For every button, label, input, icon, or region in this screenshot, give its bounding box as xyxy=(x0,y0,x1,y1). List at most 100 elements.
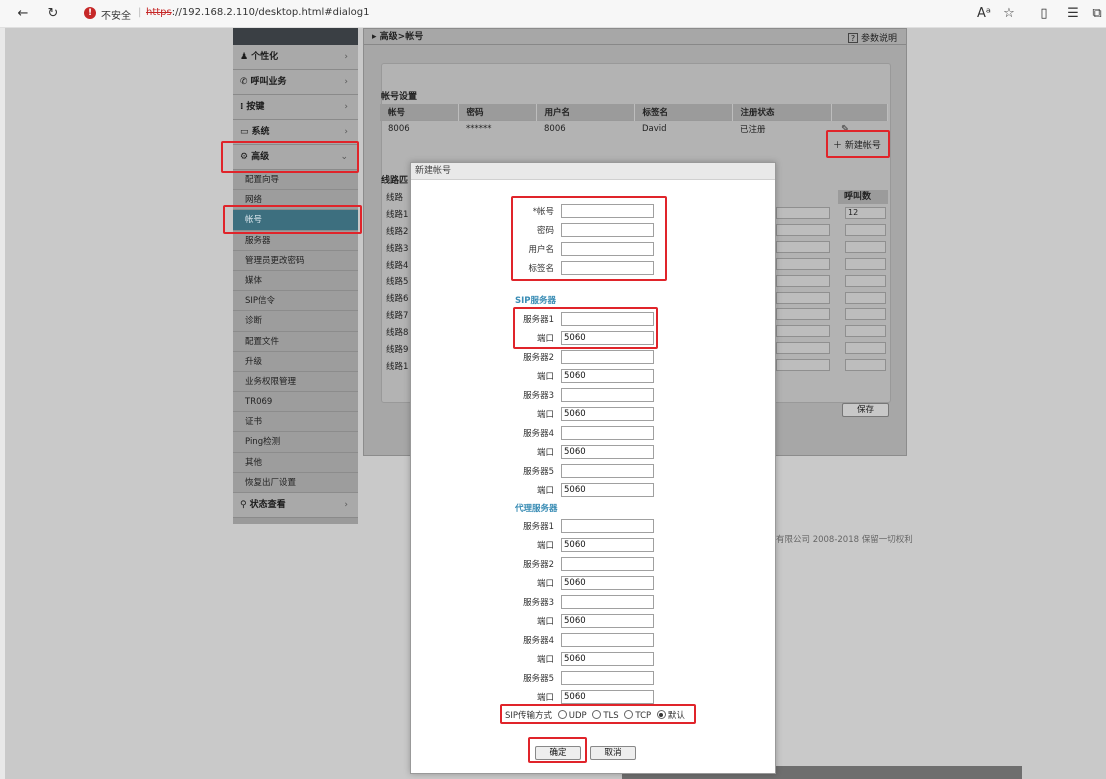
field-input[interactable] xyxy=(561,261,654,275)
cancel-button[interactable]: 取消 xyxy=(590,746,636,760)
sidebar-cat-status[interactable]: ⚲ 状态查看 › xyxy=(233,493,358,518)
field-input[interactable] xyxy=(561,633,654,647)
sidebar-subitem[interactable]: 网络 xyxy=(233,190,358,211)
ok-button[interactable]: 确定 xyxy=(535,746,581,760)
radio-udp[interactable] xyxy=(557,710,567,719)
security-label[interactable]: 不安全 xyxy=(101,7,131,22)
sidebar-subitem[interactable]: 媒体 xyxy=(233,270,358,292)
calls-input[interactable] xyxy=(845,257,886,270)
sidebar-subitem[interactable]: 升级 xyxy=(233,351,358,372)
favorite-star-icon[interactable]: ☆ xyxy=(1000,5,1018,23)
form-row: 服务器1 xyxy=(411,312,777,327)
copyright-text: 有限公司 2008-2018 保留一切权利 xyxy=(776,535,913,545)
field-input[interactable] xyxy=(561,614,654,628)
line-input[interactable] xyxy=(776,342,830,355)
field-input[interactable] xyxy=(561,242,654,256)
field-input[interactable] xyxy=(561,407,654,421)
sidebar-subitem[interactable]: 服务器 xyxy=(233,230,358,251)
line-input[interactable] xyxy=(776,274,830,287)
field-input[interactable] xyxy=(561,331,654,345)
radio-tcp[interactable] xyxy=(624,710,634,719)
field-input[interactable] xyxy=(561,671,654,685)
field-input[interactable] xyxy=(561,519,654,533)
line-input[interactable] xyxy=(776,240,830,253)
line-input[interactable] xyxy=(776,308,830,321)
field-input[interactable] xyxy=(561,350,654,364)
person-icon: ♟ xyxy=(240,52,249,62)
field-input[interactable] xyxy=(561,652,654,666)
radio-default[interactable] xyxy=(656,710,666,719)
split-screen-icon[interactable]: ▯ xyxy=(1035,5,1053,23)
form-row: 端口 xyxy=(411,407,777,422)
field-input[interactable] xyxy=(561,312,654,326)
sidebar-cat-advanced[interactable]: ⚙ 高级 ⌄ xyxy=(233,145,358,170)
sidebar-cat-personal[interactable]: ♟ 个性化 › xyxy=(233,45,358,70)
sidebar-subitem[interactable]: 证书 xyxy=(233,412,358,433)
field-input[interactable] xyxy=(561,483,654,497)
sidebar-subitem[interactable]: Ping检测 xyxy=(233,432,358,453)
sidebar-subitem[interactable]: 配置向导 xyxy=(233,170,358,191)
field-input[interactable] xyxy=(561,576,654,590)
sidebar-cat-system[interactable]: ▭ 系统 › xyxy=(233,120,358,145)
form-row: 端口 xyxy=(411,576,777,591)
field-input[interactable] xyxy=(561,388,654,402)
line-input[interactable] xyxy=(776,291,830,304)
sidebar-subitem[interactable]: SIP信令 xyxy=(233,291,358,312)
warning-icon[interactable]: ! xyxy=(84,7,96,19)
calls-input[interactable] xyxy=(845,308,886,321)
field-input[interactable] xyxy=(561,426,654,440)
new-account-button[interactable]: ＋ 新建帐号 xyxy=(833,138,881,151)
back-arrow-icon[interactable]: ← xyxy=(14,5,32,23)
radio-tls[interactable] xyxy=(592,710,602,719)
sidebar-cat-call[interactable]: ✆ 呼叫业务 › xyxy=(233,70,358,95)
calls-input[interactable]: 12 xyxy=(845,207,886,219)
field-input[interactable] xyxy=(561,369,654,383)
sidebar-subitem[interactable]: 恢复出厂设置 xyxy=(233,472,358,493)
field-input[interactable] xyxy=(561,445,654,459)
calls-input[interactable] xyxy=(845,291,886,304)
sidebar-cat-keys[interactable]: ⁞ 按键 › xyxy=(233,95,358,120)
sip-server-heading: SIP服务器 xyxy=(515,296,557,306)
field-input[interactable] xyxy=(561,690,654,704)
sidebar-subitem[interactable]: 管理员更改密码 xyxy=(233,250,358,271)
field-input[interactable] xyxy=(561,538,654,552)
sidebar-cat-label: 高级 xyxy=(251,152,270,162)
calls-input[interactable] xyxy=(845,240,886,253)
field-input[interactable] xyxy=(561,204,654,218)
field-label: 服务器2 xyxy=(523,560,554,570)
calls-input[interactable] xyxy=(845,274,886,287)
field-input[interactable] xyxy=(561,557,654,571)
line-item: 线路1 xyxy=(386,361,409,372)
favorites-list-icon[interactable]: ☰ xyxy=(1064,5,1082,23)
reload-icon[interactable]: ↻ xyxy=(44,5,62,23)
calls-input[interactable] xyxy=(845,342,886,355)
save-button[interactable]: 保存 xyxy=(842,403,889,417)
calls-input[interactable] xyxy=(845,359,886,372)
gear-icon: ⚙ xyxy=(240,152,249,162)
sidebar-subitem[interactable]: 业务权限管理 xyxy=(233,371,358,393)
line-input[interactable] xyxy=(776,257,830,270)
line-input[interactable] xyxy=(776,325,830,338)
field-input[interactable] xyxy=(561,223,654,237)
field-label: 端口 xyxy=(536,693,554,703)
sidebar-subitem[interactable]: 帐号 xyxy=(233,210,358,231)
collections-icon[interactable]: ⧉ xyxy=(1088,5,1106,23)
sidebar-subitem[interactable]: TR069 xyxy=(233,392,358,413)
line-list: 线路 线路1 线路2 线路3 线路4 线路5 线路6 线路7 线路8 线路9 线路1 xyxy=(386,190,408,376)
calls-input[interactable] xyxy=(845,223,886,236)
sidebar-subitem[interactable]: 其他 xyxy=(233,452,358,473)
line-input[interactable] xyxy=(776,207,830,219)
field-input[interactable] xyxy=(561,464,654,478)
line-item: 线路8 xyxy=(386,328,409,339)
address-bar[interactable]: https://192.168.2.110/desktop.html#dialo… xyxy=(146,7,369,18)
help-link[interactable]: ? 参数说明 xyxy=(847,31,897,47)
calls-input[interactable] xyxy=(845,325,886,338)
line-input[interactable] xyxy=(776,223,830,236)
line-input[interactable] xyxy=(776,359,830,372)
read-aloud-icon[interactable]: Aᵃ xyxy=(975,5,993,23)
sidebar-subitem[interactable]: 配置文件 xyxy=(233,331,358,352)
sidebar-subitem[interactable]: 诊断 xyxy=(233,311,358,332)
table-row[interactable]: 8006 ****** 8006 David 已注册 xyxy=(380,120,888,137)
field-input[interactable] xyxy=(561,595,654,609)
edit-icon[interactable]: ✎ xyxy=(841,124,849,135)
